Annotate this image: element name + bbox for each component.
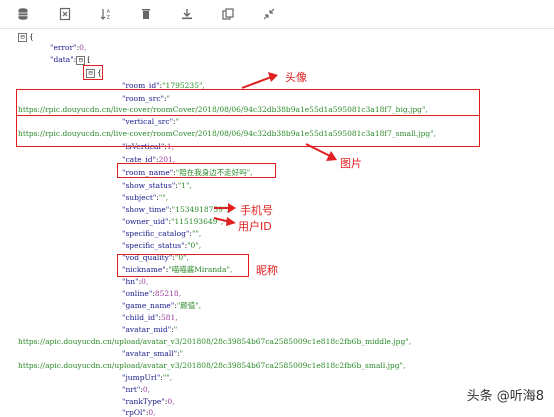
owner-uid-line: "owner_uid":"115193649", bbox=[122, 217, 224, 226]
sort-icon[interactable]: AZ bbox=[99, 7, 113, 21]
highlight-box-room-src bbox=[16, 89, 480, 116]
download-icon[interactable] bbox=[180, 7, 194, 21]
annotation-nickname: 昵称 bbox=[256, 264, 278, 277]
json-root-line: ⊟{ bbox=[18, 32, 34, 42]
rank-type-line: "rankType":0, bbox=[122, 397, 175, 406]
fold-toggle-icon[interactable]: ⊟ bbox=[76, 55, 86, 65]
specific-status-line: "specific_status":"0", bbox=[122, 241, 202, 250]
arrow-icon bbox=[241, 72, 278, 89]
avatar-mid-line: "avatar_mid":" bbox=[122, 325, 178, 334]
avatar-small-line: "avatar_small":" bbox=[122, 349, 184, 358]
error-line: "error":0, bbox=[50, 43, 87, 52]
highlight-box-vertical-src bbox=[16, 115, 480, 147]
highlight-box-nickname bbox=[117, 254, 249, 277]
annotation-avatar: 头像 bbox=[285, 71, 307, 84]
copy-icon[interactable] bbox=[221, 7, 235, 21]
watermark: 头条 @听海8 bbox=[464, 385, 546, 404]
subject-line: "subject":"", bbox=[122, 193, 169, 202]
highlight-box bbox=[83, 65, 103, 80]
delete-icon[interactable] bbox=[139, 7, 153, 21]
toolbar: AZ bbox=[0, 0, 554, 29]
arrow-icon bbox=[213, 217, 236, 226]
nrt-line: "nrt":0, bbox=[122, 385, 151, 394]
hn-line: "hn":0, bbox=[122, 277, 149, 286]
child-id-line: "child_id":581, bbox=[122, 313, 178, 322]
avatar-mid-url: https://apic.douyucdn.cn/upload/avatar_v… bbox=[18, 337, 412, 346]
arrow-icon bbox=[214, 203, 236, 213]
jump-url-line: "jumpUrl":"", bbox=[122, 373, 173, 382]
arrow-icon bbox=[305, 143, 337, 161]
specific-catalog-line: "specific_catalog":"", bbox=[122, 229, 202, 238]
annotation-phone: 手机号 bbox=[240, 204, 273, 217]
last-line: "rpOl":0, bbox=[122, 408, 156, 417]
database-icon[interactable] bbox=[16, 7, 30, 21]
game-name-line: "game_name":"颜值", bbox=[122, 301, 202, 310]
collapse-icon[interactable] bbox=[262, 7, 276, 21]
online-line: "online":85218, bbox=[122, 289, 182, 298]
avatar-small-url: https://apic.douyucdn.cn/upload/avatar_v… bbox=[18, 361, 406, 370]
highlight-box-room-name bbox=[117, 163, 276, 178]
annotation-image: 图片 bbox=[340, 157, 362, 170]
export-icon[interactable] bbox=[58, 7, 72, 21]
svg-text:Z: Z bbox=[107, 15, 111, 21]
fold-toggle-icon[interactable]: ⊟ bbox=[18, 32, 27, 42]
show-status-line: "show_status":"1", bbox=[122, 181, 192, 190]
annotation-user-id: 用户ID bbox=[238, 220, 272, 233]
data-line: "data": ⊟[ bbox=[50, 55, 91, 65]
